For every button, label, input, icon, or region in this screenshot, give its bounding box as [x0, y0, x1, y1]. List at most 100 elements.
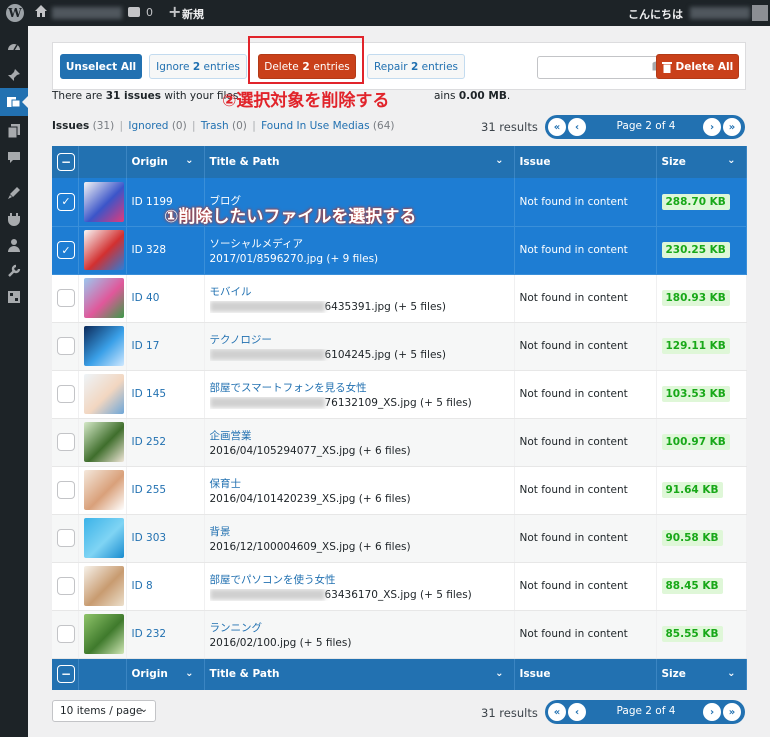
- chevron-down-icon[interactable]: ⌄: [727, 155, 735, 166]
- ignore-entries-button[interactable]: Ignore 2 entries: [149, 54, 247, 79]
- dashboard-icon[interactable]: [5, 38, 23, 56]
- row-checkbox-cell[interactable]: [52, 322, 79, 371]
- plugins-icon[interactable]: [5, 210, 23, 228]
- table-row[interactable]: ID 252 企画営業 2016/04/105294077_XS.jpg (+ 6 …: [52, 418, 747, 467]
- media-title-link[interactable]: 部屋でスマートフォンを見る女性: [210, 380, 514, 395]
- table-row[interactable]: ID 255 保育士 2016/04/101420239_XS.jpg (+ 6 f…: [52, 466, 747, 515]
- media-thumbnail[interactable]: [83, 566, 124, 606]
- chevron-down-icon[interactable]: ⌄: [185, 155, 193, 166]
- plus-icon[interactable]: +: [168, 2, 181, 21]
- wordpress-logo-icon[interactable]: W: [6, 4, 24, 22]
- new-content-link[interactable]: 新規: [182, 6, 204, 22]
- row-checkbox[interactable]: [57, 337, 75, 355]
- media-id-link[interactable]: ID 252: [132, 436, 167, 448]
- users-icon[interactable]: [5, 236, 23, 254]
- next-page-button[interactable]: ›: [703, 118, 721, 136]
- first-page-button[interactable]: «: [548, 703, 566, 721]
- table-row[interactable]: ID 232 ランニング 2016/02/100.jpg (+ 5 files) No…: [52, 610, 747, 659]
- delete-all-button[interactable]: Delete All: [656, 54, 739, 79]
- pages-icon[interactable]: [5, 122, 23, 140]
- media-thumbnail[interactable]: [83, 278, 124, 318]
- footer-checkbox-cell[interactable]: −: [52, 658, 79, 690]
- media-id-link[interactable]: ID 17: [132, 340, 160, 352]
- media-id-link[interactable]: ID 40: [132, 292, 160, 304]
- row-checkbox-cell[interactable]: [52, 514, 79, 563]
- header-size[interactable]: Size ⌄: [656, 146, 747, 178]
- last-page-button[interactable]: »: [723, 703, 741, 721]
- media-id-link[interactable]: ID 145: [132, 388, 167, 400]
- search-input[interactable]: [537, 56, 671, 79]
- media-id-link[interactable]: ID 232: [132, 628, 167, 640]
- chevron-down-icon[interactable]: ⌄: [727, 668, 735, 679]
- chevron-down-icon[interactable]: ⌄: [495, 155, 503, 166]
- chevron-down-icon[interactable]: ⌄: [495, 668, 503, 679]
- filter-found-in-use[interactable]: Found In Use Medias: [261, 120, 369, 132]
- repair-entries-button[interactable]: Repair 2 entries: [367, 54, 465, 79]
- row-checkbox-cell[interactable]: ✓: [52, 178, 79, 227]
- media-thumbnail[interactable]: [83, 374, 124, 414]
- table-row[interactable]: ID 8 部屋でパソコンを使う女性 63436170_XS.jpg (+ 5 fil…: [52, 562, 747, 611]
- prev-page-button[interactable]: ‹: [568, 118, 586, 136]
- footer-origin[interactable]: Origin ⌄: [126, 658, 205, 690]
- unselect-all-button[interactable]: Unselect All: [60, 54, 142, 79]
- media-title-link[interactable]: ランニング: [210, 620, 514, 635]
- media-thumbnail[interactable]: [83, 181, 124, 222]
- table-row[interactable]: ID 303 背景 2016/12/100004609_XS.jpg (+ 6 fi…: [52, 514, 747, 563]
- table-row[interactable]: ID 145 部屋でスマートフォンを見る女性 76132109_XS.jpg (+ …: [52, 370, 747, 419]
- media-title-link[interactable]: 保育士: [210, 476, 514, 491]
- row-checkbox-cell[interactable]: [52, 370, 79, 419]
- select-all-checkbox[interactable]: −: [57, 153, 75, 171]
- media-thumbnail[interactable]: [83, 422, 124, 462]
- row-checkbox-cell[interactable]: [52, 418, 79, 467]
- media-title-link[interactable]: テクノロジー: [210, 332, 514, 347]
- row-checkbox[interactable]: [57, 481, 75, 499]
- media-id-link[interactable]: ID 303: [132, 532, 167, 544]
- media-title-link[interactable]: 背景: [210, 524, 514, 539]
- header-title-path[interactable]: Title & Path ⌄: [204, 146, 515, 178]
- media-id-link[interactable]: ID 255: [132, 484, 167, 496]
- pin-icon[interactable]: [5, 66, 23, 84]
- row-checkbox[interactable]: [57, 625, 75, 643]
- media-id-link[interactable]: ID 8: [132, 580, 153, 592]
- comments-icon[interactable]: [5, 148, 23, 166]
- home-icon[interactable]: [34, 4, 48, 18]
- avatar[interactable]: [752, 5, 768, 21]
- header-checkbox-cell[interactable]: −: [52, 146, 79, 178]
- table-row[interactable]: ID 40 モバイル 6435391.jpg (+ 5 files) Not foun…: [52, 274, 747, 323]
- row-checkbox-cell[interactable]: [52, 610, 79, 659]
- media-title-link[interactable]: モバイル: [210, 284, 514, 299]
- media-thumbnail[interactable]: [83, 470, 124, 510]
- row-checkbox[interactable]: ✓: [57, 192, 75, 211]
- table-row[interactable]: ID 17 テクノロジー 6104245.jpg (+ 5 files) Not fo…: [52, 322, 747, 371]
- greeting-text[interactable]: こんにちは: [628, 6, 683, 22]
- row-checkbox[interactable]: [57, 577, 75, 595]
- last-page-button[interactable]: »: [723, 118, 741, 136]
- next-page-button[interactable]: ›: [703, 703, 721, 721]
- filter-issues[interactable]: Issues: [52, 120, 89, 132]
- chevron-down-icon[interactable]: ⌄: [185, 668, 193, 679]
- row-checkbox-cell[interactable]: [52, 466, 79, 515]
- media-title-link[interactable]: 部屋でパソコンを使う女性: [210, 572, 514, 587]
- select-all-checkbox-footer[interactable]: −: [57, 665, 75, 684]
- filter-ignored[interactable]: Ignored: [128, 120, 168, 132]
- footer-size[interactable]: Size ⌄: [656, 658, 747, 690]
- first-page-button[interactable]: «: [548, 118, 566, 136]
- header-issue[interactable]: Issue: [514, 146, 657, 178]
- row-checkbox[interactable]: [57, 289, 75, 307]
- media-thumbnail[interactable]: [83, 230, 124, 270]
- footer-issue[interactable]: Issue: [514, 658, 657, 690]
- row-checkbox[interactable]: [57, 529, 75, 547]
- tools-icon[interactable]: [5, 262, 23, 280]
- row-checkbox[interactable]: [57, 433, 75, 451]
- site-name[interactable]: [52, 7, 122, 19]
- comment-icon[interactable]: [128, 7, 140, 17]
- row-checkbox[interactable]: [57, 385, 75, 403]
- filter-trash[interactable]: Trash: [201, 120, 229, 132]
- header-origin[interactable]: Origin ⌄: [126, 146, 205, 178]
- user-name[interactable]: [690, 7, 750, 19]
- prev-page-button[interactable]: ‹: [568, 703, 586, 721]
- media-thumbnail[interactable]: [83, 326, 124, 366]
- footer-title-path[interactable]: Title & Path ⌄: [204, 658, 515, 690]
- appearance-icon[interactable]: [5, 184, 23, 202]
- media-thumbnail[interactable]: [83, 614, 124, 654]
